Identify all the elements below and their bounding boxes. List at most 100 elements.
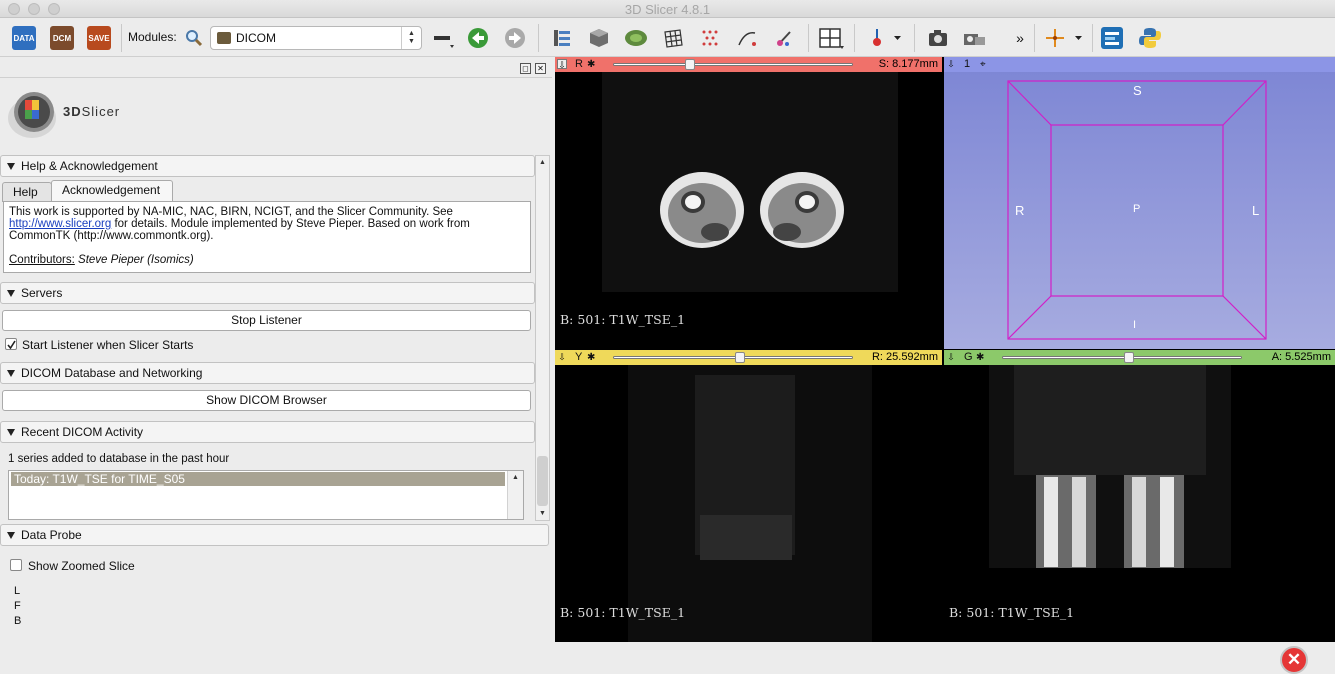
panel-title-bar: ◻ ✕ <box>0 58 552 78</box>
extension-manager-button[interactable] <box>1098 25 1126 51</box>
scene-view-button[interactable] <box>961 25 989 51</box>
scrollbar-thumb[interactable] <box>537 456 548 506</box>
markups-module-button[interactable] <box>697 25 723 51</box>
scroll-down-icon[interactable]: ▼ <box>538 509 547 518</box>
module-history-button[interactable] <box>430 25 456 51</box>
link-icon[interactable]: ✱ <box>587 352 598 363</box>
checkmark-icon <box>7 340 16 350</box>
window-title: 3D Slicer 4.8.1 <box>624 2 711 17</box>
slider-handle[interactable] <box>734 352 745 363</box>
axis-label-top: S <box>1133 83 1142 98</box>
link-icon[interactable]: ✱ <box>587 59 598 70</box>
start-listener-checkbox[interactable] <box>5 338 17 350</box>
undock-icon[interactable]: ◻ <box>520 63 531 74</box>
data-icon: DATA <box>12 26 36 50</box>
data-probe-section-header[interactable]: Data Probe <box>0 524 549 546</box>
screenshot-button[interactable] <box>925 25 951 51</box>
ruler-pencil-icon <box>738 32 756 46</box>
slicer-logo-text: 3DSlicer <box>63 104 121 119</box>
scroll-up-icon[interactable]: ▲ <box>538 158 547 167</box>
recent-activity-section-header[interactable]: Recent DICOM Activity <box>0 421 535 443</box>
dicom-db-section-header[interactable]: DICOM Database and Networking <box>0 362 535 384</box>
data-module-button[interactable] <box>549 25 575 51</box>
yellow-offset-value: R: 25.592mm <box>871 351 938 363</box>
paint-brush-icon <box>777 31 791 46</box>
camera-icon <box>929 30 947 46</box>
recent-summary: 1 series added to database in the past h… <box>8 453 230 465</box>
red-slice-view[interactable]: ⇩ R ✱ S: 8.177mm B: 501: T1W_TSE_1 <box>555 57 942 349</box>
show-dicom-browser-button[interactable]: Show DICOM Browser <box>2 390 531 411</box>
axis-label-left: R <box>1015 203 1025 218</box>
module-search-button[interactable] <box>182 25 206 51</box>
red-offset-slider[interactable] <box>613 59 853 70</box>
green-slice-letter: G <box>964 351 973 363</box>
crosshair-button[interactable] <box>1040 25 1086 51</box>
tab-help[interactable]: Help <box>2 182 52 202</box>
recent-list-scrollbar[interactable]: ▲ <box>507 471 523 519</box>
red-slice-letter: R <box>575 58 583 70</box>
yellow-slice-letter: Y <box>575 351 583 363</box>
layout-button[interactable] <box>816 25 846 51</box>
probe-readout: L F B <box>14 584 21 629</box>
servers-section-header[interactable]: Servers <box>0 282 535 304</box>
sagittal-slice-image <box>628 365 872 642</box>
close-panel-icon[interactable]: ✕ <box>535 63 546 74</box>
pin-icon[interactable]: ⇩ <box>946 352 956 362</box>
dicom-module-icon <box>217 32 231 44</box>
probe-line-f: F <box>14 600 21 612</box>
module-panel: ◻ ✕ 3DSlicer Help & Acknowledgement Help… <box>0 58 552 648</box>
link-icon[interactable]: ✱ <box>976 352 987 363</box>
scroll-up-icon[interactable]: ▲ <box>511 473 520 482</box>
brain-model-icon <box>625 30 647 46</box>
models-module-button[interactable] <box>622 25 650 51</box>
yellow-slice-controller: ⇩ Y ✱ R: 25.592mm <box>555 350 942 365</box>
yellow-offset-slider[interactable] <box>613 352 853 363</box>
help-section-header[interactable]: Help & Acknowledgement <box>0 155 535 177</box>
forward-button[interactable] <box>502 25 528 51</box>
transforms-module-button[interactable] <box>660 25 686 51</box>
back-button[interactable] <box>465 25 491 51</box>
save-button[interactable]: SAVE <box>85 25 113 51</box>
axis-label-right: L <box>1252 203 1260 218</box>
title-bar: 3D Slicer 4.8.1 <box>0 0 1335 18</box>
list-item[interactable]: Today: T1W_TSE for TIME_S05 <box>11 472 505 486</box>
tab-acknowledgement[interactable]: Acknowledgement <box>51 180 173 202</box>
show-zoomed-slice-label: Show Zoomed Slice <box>28 559 135 573</box>
slicer-link[interactable]: http://www.slicer.org <box>9 218 111 230</box>
slicer-logo-icon <box>8 92 56 138</box>
pin-icon[interactable]: ⇩ <box>557 352 567 362</box>
yellow-slice-view[interactable]: ⇩ Y ✱ R: 25.592mm B: 501: T1W_TSE_1 <box>555 350 942 642</box>
load-data-button[interactable]: DATA <box>10 25 38 51</box>
pin-icon[interactable]: ⇩ <box>557 59 567 70</box>
load-dicom-button[interactable]: DCM <box>48 25 76 51</box>
editor-module-button[interactable] <box>734 25 760 51</box>
panel-scrollbar[interactable]: ▲ ▼ <box>535 155 550 521</box>
more-toolbar-button[interactable]: » <box>1010 25 1030 51</box>
mouse-mode-button[interactable] <box>863 25 903 51</box>
close-error-icon[interactable]: ✕ <box>1280 646 1308 674</box>
3d-view[interactable]: ⇩ 1 ⌖ S R P L I <box>944 57 1335 349</box>
data-tree-icon <box>554 30 570 46</box>
module-selector[interactable]: DICOM ▲ ▼ <box>210 26 422 50</box>
slider-handle[interactable] <box>684 59 695 70</box>
green-slice-view[interactable]: ⇩ G ✱ A: 5.525mm B: 501: T1W_TSE_1 <box>944 350 1335 642</box>
save-icon: SAVE <box>87 26 111 50</box>
stop-listener-button[interactable]: Stop Listener <box>2 310 531 331</box>
axis-label-bottom: I <box>1133 319 1137 331</box>
green-offset-slider[interactable] <box>1002 352 1242 363</box>
volumes-module-button[interactable] <box>586 25 612 51</box>
segment-editor-button[interactable] <box>771 25 797 51</box>
center-view-icon[interactable]: ⌖ <box>980 59 991 70</box>
main-toolbar: DATA DCM SAVE Modules: DICOM ▲ ▼ » <box>0 19 1335 57</box>
back-arrow-icon <box>468 28 488 48</box>
slicer-window: 3D Slicer 4.8.1 DATA DCM SAVE Modules: D… <box>0 0 1335 674</box>
3d-view-controller: ⇩ 1 ⌖ <box>944 57 1335 72</box>
3d-view-number: 1 <box>964 58 971 70</box>
python-console-button[interactable] <box>1136 25 1164 51</box>
contributors-value: Steve Pieper (Isomics) <box>78 254 194 266</box>
red-slice-controller: ⇩ R ✱ S: 8.177mm <box>555 57 942 72</box>
axis-label-center: P <box>1133 203 1141 215</box>
pin-icon[interactable]: ⇩ <box>946 59 956 69</box>
slider-handle[interactable] <box>1123 352 1134 363</box>
show-zoomed-slice-checkbox[interactable] <box>10 559 22 571</box>
